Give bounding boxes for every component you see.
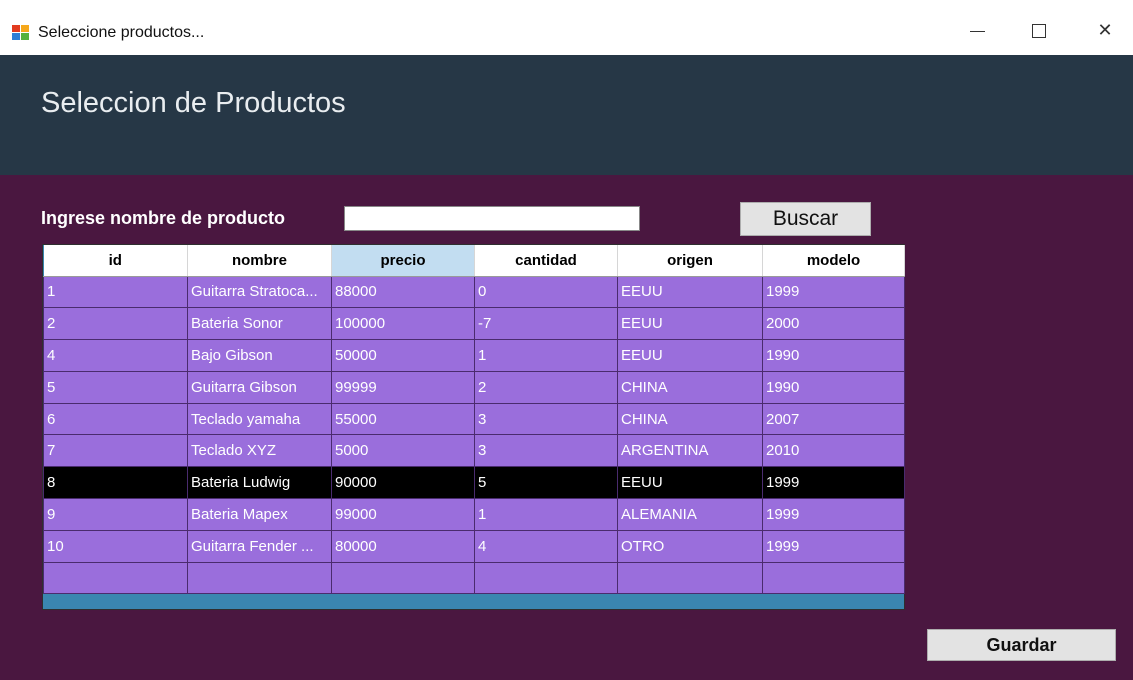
cell-nombre[interactable]: Bateria Mapex [187, 498, 332, 531]
cell-precio[interactable]: 88000 [331, 275, 475, 309]
table-row[interactable]: 10 Guitarra Fender ... 80000 4 OTRO 1999 [43, 529, 905, 563]
cell-cantidad[interactable]: 3 [474, 434, 618, 468]
cell-modelo[interactable]: 1999 [762, 466, 905, 500]
cell-origen[interactable]: CHINA [617, 370, 763, 404]
cell-cantidad[interactable]: 5 [474, 466, 618, 500]
cell-precio[interactable] [331, 561, 475, 595]
cell-origen[interactable]: ALEMANIA [617, 498, 763, 531]
table-row[interactable]: 8 Bateria Ludwig 90000 5 EEUU 1999 [43, 466, 905, 500]
cell-id[interactable]: 5 [43, 370, 188, 404]
cell-precio[interactable]: 5000 [331, 434, 475, 468]
cell-id[interactable]: 8 [43, 466, 188, 500]
products-table: id nombre precio cantidad origen modelo … [43, 245, 905, 595]
cell-origen[interactable]: CHINA [617, 402, 763, 436]
cell-cantidad[interactable]: 1 [474, 498, 618, 531]
save-button[interactable]: Guardar [927, 629, 1116, 661]
cell-id[interactable]: 7 [43, 434, 188, 468]
minimize-button[interactable] [954, 14, 1000, 48]
cell-modelo[interactable]: 2010 [762, 434, 905, 468]
cell-modelo[interactable]: 1990 [762, 370, 905, 404]
cell-modelo[interactable]: 2007 [762, 402, 905, 436]
cell-cantidad[interactable]: 0 [474, 275, 618, 309]
cell-id[interactable]: 6 [43, 402, 188, 436]
cell-id[interactable]: 9 [43, 498, 188, 531]
search-button[interactable]: Buscar [740, 202, 871, 236]
cell-modelo[interactable]: 1990 [762, 339, 905, 372]
cell-id[interactable]: 2 [43, 307, 188, 341]
cell-precio[interactable]: 99999 [331, 370, 475, 404]
cell-nombre[interactable]: Guitarra Stratoca... [187, 275, 332, 309]
cell-id[interactable]: 10 [43, 529, 188, 563]
cell-precio[interactable]: 80000 [331, 529, 475, 563]
cell-origen[interactable]: EEUU [617, 307, 763, 341]
cell-cantidad[interactable]: 2 [474, 370, 618, 404]
cell-origen[interactable]: EEUU [617, 339, 763, 372]
cell-modelo[interactable] [762, 561, 905, 595]
cell-id[interactable] [43, 561, 188, 595]
cell-modelo[interactable]: 1999 [762, 529, 905, 563]
cell-nombre[interactable]: Bateria Sonor [187, 307, 332, 341]
app-icon [12, 25, 30, 41]
cell-nombre[interactable]: Guitarra Gibson [187, 370, 332, 404]
table-row[interactable] [43, 561, 905, 595]
search-label: Ingrese nombre de producto [41, 208, 286, 228]
header-panel: Seleccion de Productos [0, 55, 1133, 175]
cell-modelo[interactable]: 1999 [762, 498, 905, 531]
column-header-id[interactable]: id [43, 245, 188, 277]
header-row: id nombre precio cantidad origen modelo [43, 245, 905, 277]
table-row[interactable]: 7 Teclado XYZ 5000 3 ARGENTINA 2010 [43, 434, 905, 468]
products-grid[interactable]: id nombre precio cantidad origen modelo … [42, 244, 905, 610]
cell-nombre[interactable]: Guitarra Fender ... [187, 529, 332, 563]
cell-modelo[interactable]: 2000 [762, 307, 905, 341]
cell-cantidad[interactable]: 3 [474, 402, 618, 436]
column-header-cantidad[interactable]: cantidad [474, 245, 618, 277]
cell-precio[interactable]: 55000 [331, 402, 475, 436]
close-icon: ✕ [1097, 20, 1113, 41]
content-panel: Ingrese nombre de producto Buscar id nom… [0, 175, 1133, 680]
column-header-modelo[interactable]: modelo [762, 245, 905, 277]
table-row[interactable]: 1 Guitarra Stratoca... 88000 0 EEUU 1999 [43, 275, 905, 309]
maximize-button[interactable] [1016, 14, 1062, 48]
table-row[interactable]: 6 Teclado yamaha 55000 3 CHINA 2007 [43, 402, 905, 436]
cell-precio[interactable]: 50000 [331, 339, 475, 372]
cell-cantidad[interactable]: 4 [474, 529, 618, 563]
cell-nombre[interactable]: Teclado yamaha [187, 402, 332, 436]
grid-body: 1 Guitarra Stratoca... 88000 0 EEUU 1999 2 Bate… [43, 275, 905, 595]
cell-origen[interactable]: ARGENTINA [617, 434, 763, 468]
table-row[interactable]: 9 Bateria Mapex 99000 1 ALEMANIA 1999 [43, 498, 905, 531]
cell-precio[interactable]: 99000 [331, 498, 475, 531]
cell-precio[interactable]: 100000 [331, 307, 475, 341]
cell-modelo[interactable]: 1999 [762, 275, 905, 309]
column-header-origen[interactable]: origen [617, 245, 763, 277]
search-input[interactable] [344, 206, 640, 231]
window-title: Seleccione productos... [38, 24, 205, 41]
cell-cantidad[interactable] [474, 561, 618, 595]
cell-nombre[interactable]: Bajo Gibson [187, 339, 332, 372]
cell-nombre[interactable]: Teclado XYZ [187, 434, 332, 468]
cell-id[interactable]: 1 [43, 275, 188, 309]
maximize-icon [1032, 24, 1046, 38]
close-button[interactable]: ✕ [1082, 14, 1128, 48]
minimize-icon [970, 31, 985, 32]
cell-id[interactable]: 4 [43, 339, 188, 372]
table-row[interactable]: 2 Bateria Sonor 100000 -7 EEUU 2000 [43, 307, 905, 341]
window-titlebar: Seleccione productos... ✕ [0, 0, 1133, 55]
cell-origen[interactable]: OTRO [617, 529, 763, 563]
cell-precio[interactable]: 90000 [331, 466, 475, 500]
cell-cantidad[interactable]: 1 [474, 339, 618, 372]
cell-origen[interactable]: EEUU [617, 275, 763, 309]
page-title: Seleccion de Productos [41, 87, 346, 119]
cell-nombre[interactable]: Bateria Ludwig [187, 466, 332, 500]
table-row[interactable]: 5 Guitarra Gibson 99999 2 CHINA 1990 [43, 370, 905, 404]
cell-origen[interactable]: EEUU [617, 466, 763, 500]
cell-cantidad[interactable]: -7 [474, 307, 618, 341]
column-header-nombre[interactable]: nombre [187, 245, 332, 277]
cell-origen[interactable] [617, 561, 763, 595]
column-header-precio[interactable]: precio [331, 245, 475, 277]
cell-nombre[interactable] [187, 561, 332, 595]
table-row[interactable]: 4 Bajo Gibson 50000 1 EEUU 1990 [43, 339, 905, 372]
